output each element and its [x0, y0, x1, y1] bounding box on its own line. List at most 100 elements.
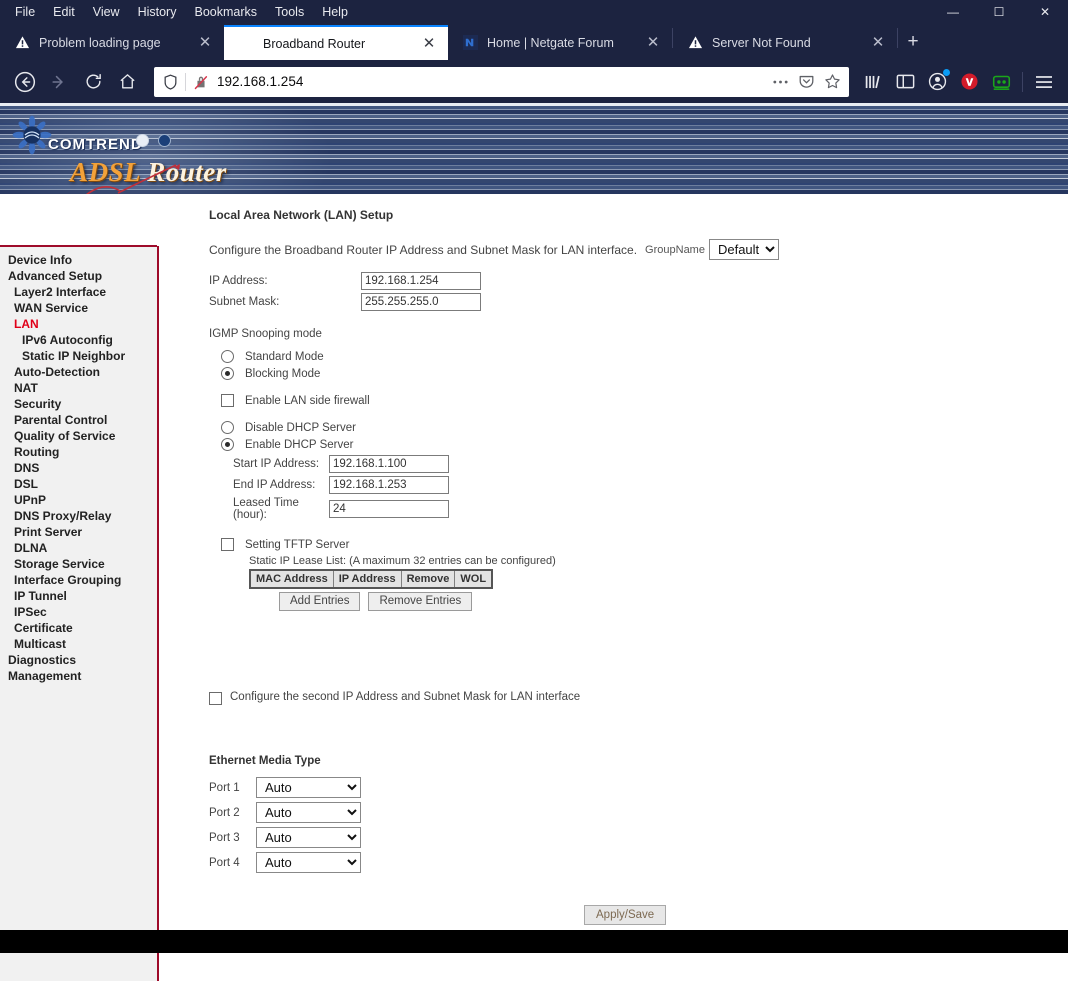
sidebar-item-ipsec[interactable]: IPSec [0, 604, 157, 620]
sidebar-item-dlna[interactable]: DLNA [0, 540, 157, 556]
shield-icon[interactable] [160, 73, 180, 90]
library-icon[interactable] [857, 66, 889, 98]
sidebar-item-multicast[interactable]: Multicast [0, 636, 157, 652]
forward-button[interactable] [42, 65, 76, 99]
pocket-icon[interactable] [793, 73, 819, 90]
tab-close-icon[interactable]: ✕ [194, 32, 216, 54]
url-text[interactable]: 192.168.1.254 [211, 74, 767, 89]
sidebar-item-parental-control[interactable]: Parental Control [0, 412, 157, 428]
leased-time-input[interactable] [329, 500, 449, 518]
tab-title: Broadband Router [263, 36, 366, 51]
ip-address-input[interactable] [361, 272, 481, 290]
toolbar-divider [1022, 71, 1023, 92]
lan-firewall-checkbox-row[interactable]: Enable LAN side firewall [221, 394, 1068, 407]
close-window-button[interactable]: ✕ [1022, 0, 1068, 23]
menu-history-label: History [137, 4, 177, 19]
sidebar-item-wan-service[interactable]: WAN Service [0, 300, 157, 316]
port-media-type-select-1[interactable]: Auto [256, 777, 361, 798]
minimize-button[interactable]: — [930, 0, 976, 23]
reload-button[interactable] [76, 65, 110, 99]
radio-indicator [221, 350, 234, 363]
sidebar-item-quality-of-service[interactable]: Quality of Service [0, 428, 157, 444]
apply-save-button[interactable]: Apply/Save [584, 905, 667, 925]
sidebar-item-device-info[interactable]: Device Info [0, 252, 157, 268]
sidebar-item-auto-detection[interactable]: Auto-Detection [0, 364, 157, 380]
tab-close-icon[interactable]: ✕ [642, 32, 664, 54]
sidebar-item-certificate[interactable]: Certificate [0, 620, 157, 636]
port-row-3: Port 3 Auto [209, 827, 1068, 848]
tab-server-not-found[interactable]: Server Not Found ✕ [673, 25, 897, 60]
home-button[interactable] [110, 65, 144, 99]
bookmark-star-icon[interactable] [819, 73, 845, 90]
sidebar-item-nat[interactable]: NAT [0, 380, 157, 396]
sidebar-item-upnp[interactable]: UPnP [0, 492, 157, 508]
sidebar-item-layer2-interface[interactable]: Layer2 Interface [0, 284, 157, 300]
enable-dhcp-radio[interactable]: Enable DHCP Server [221, 438, 1068, 451]
menu-bookmarks[interactable]: Bookmarks [185, 3, 266, 21]
menu-history[interactable]: History [129, 3, 186, 21]
sidebar-item-routing[interactable]: Routing [0, 444, 157, 460]
start-ip-input[interactable] [329, 455, 449, 473]
sidebar-item-ipv6-autoconfig[interactable]: IPv6 Autoconfig [0, 332, 157, 348]
port-media-type-select-4[interactable]: Auto [256, 852, 361, 873]
menu-edit[interactable]: Edit [44, 3, 84, 21]
second-ip-checkbox-row[interactable]: Configure the second IP Address and Subn… [209, 691, 1068, 705]
new-tab-button[interactable]: + [898, 27, 928, 57]
tab-title: Problem loading page [39, 35, 161, 50]
sidebar-item-print-server[interactable]: Print Server [0, 524, 157, 540]
tab-close-icon[interactable]: ✕ [867, 32, 889, 54]
navigation-toolbar: 192.168.1.254 [0, 60, 1068, 103]
port-media-type-select-3[interactable]: Auto [256, 827, 361, 848]
menu-help-label: Help [322, 4, 348, 19]
menu-tools[interactable]: Tools [266, 3, 313, 21]
menu-view[interactable]: View [84, 3, 129, 21]
lan-firewall-label: Enable LAN side firewall [245, 394, 370, 407]
green-robot-extension-icon[interactable] [985, 66, 1017, 98]
radio-indicator-selected [221, 438, 234, 451]
add-entries-button[interactable]: Add Entries [279, 592, 361, 611]
sidebar-item-management[interactable]: Management [0, 668, 157, 684]
menu-file[interactable]: File [6, 3, 44, 21]
end-ip-label: End IP Address: [233, 479, 316, 491]
sidebar-item-security[interactable]: Security [0, 396, 157, 412]
back-button[interactable] [8, 65, 42, 99]
tab-close-icon[interactable]: ✕ [418, 33, 440, 55]
sidebar-item-ip-tunnel[interactable]: IP Tunnel [0, 588, 157, 604]
radio-indicator [221, 421, 234, 434]
sidebar-item-lan[interactable]: LAN [0, 316, 157, 332]
port-row-2: Port 2 Auto [209, 802, 1068, 823]
red-v-extension-icon[interactable] [953, 66, 985, 98]
sidebar-item-static-ip-neighbor[interactable]: Static IP Neighbor [0, 348, 157, 364]
page-actions-icon[interactable] [767, 79, 793, 85]
account-icon[interactable] [921, 66, 953, 98]
sidebar-item-diagnostics[interactable]: Diagnostics [0, 652, 157, 668]
igmp-blocking-mode-radio[interactable]: Blocking Mode [221, 367, 1068, 380]
disable-dhcp-radio[interactable]: Disable DHCP Server [221, 421, 1068, 434]
insecure-lock-icon[interactable] [191, 74, 211, 90]
static-lease-table: MAC Address IP Address Remove WOL [249, 569, 494, 589]
subnet-mask-input[interactable] [361, 293, 481, 311]
end-ip-input[interactable] [329, 476, 449, 494]
tab-problem-loading-page[interactable]: Problem loading page ✕ [0, 25, 224, 60]
tftp-server-checkbox-row[interactable]: Setting TFTP Server [221, 538, 1068, 551]
sidebar-item-dns-proxy-relay[interactable]: DNS Proxy/Relay [0, 508, 157, 524]
tab-netgate-forum[interactable]: Home | Netgate Forum ✕ [448, 25, 672, 60]
menu-help[interactable]: Help [313, 3, 357, 21]
lan-setup-panel: Local Area Network (LAN) Setup Configure… [161, 194, 1068, 925]
port-media-type-select-2[interactable]: Auto [256, 802, 361, 823]
tab-title: Server Not Found [712, 35, 811, 50]
group-name-select[interactable]: Default [708, 239, 779, 260]
hamburger-menu-icon[interactable] [1028, 66, 1060, 98]
igmp-standard-mode-radio[interactable]: Standard Mode [221, 350, 1068, 363]
sidebar-item-interface-grouping[interactable]: Interface Grouping [0, 572, 157, 588]
tab-broadband-router[interactable]: Broadband Router ✕ [224, 25, 448, 60]
maximize-button[interactable]: ☐ [976, 0, 1022, 23]
sidebar-icon[interactable] [889, 66, 921, 98]
warning-triangle-icon [14, 35, 30, 51]
sidebar-item-dsl[interactable]: DSL [0, 476, 157, 492]
sidebar-item-storage-service[interactable]: Storage Service [0, 556, 157, 572]
sidebar-item-advanced-setup[interactable]: Advanced Setup [0, 268, 157, 284]
address-bar[interactable]: 192.168.1.254 [154, 66, 849, 97]
remove-entries-button[interactable]: Remove Entries [368, 592, 473, 611]
sidebar-item-dns[interactable]: DNS [0, 460, 157, 476]
